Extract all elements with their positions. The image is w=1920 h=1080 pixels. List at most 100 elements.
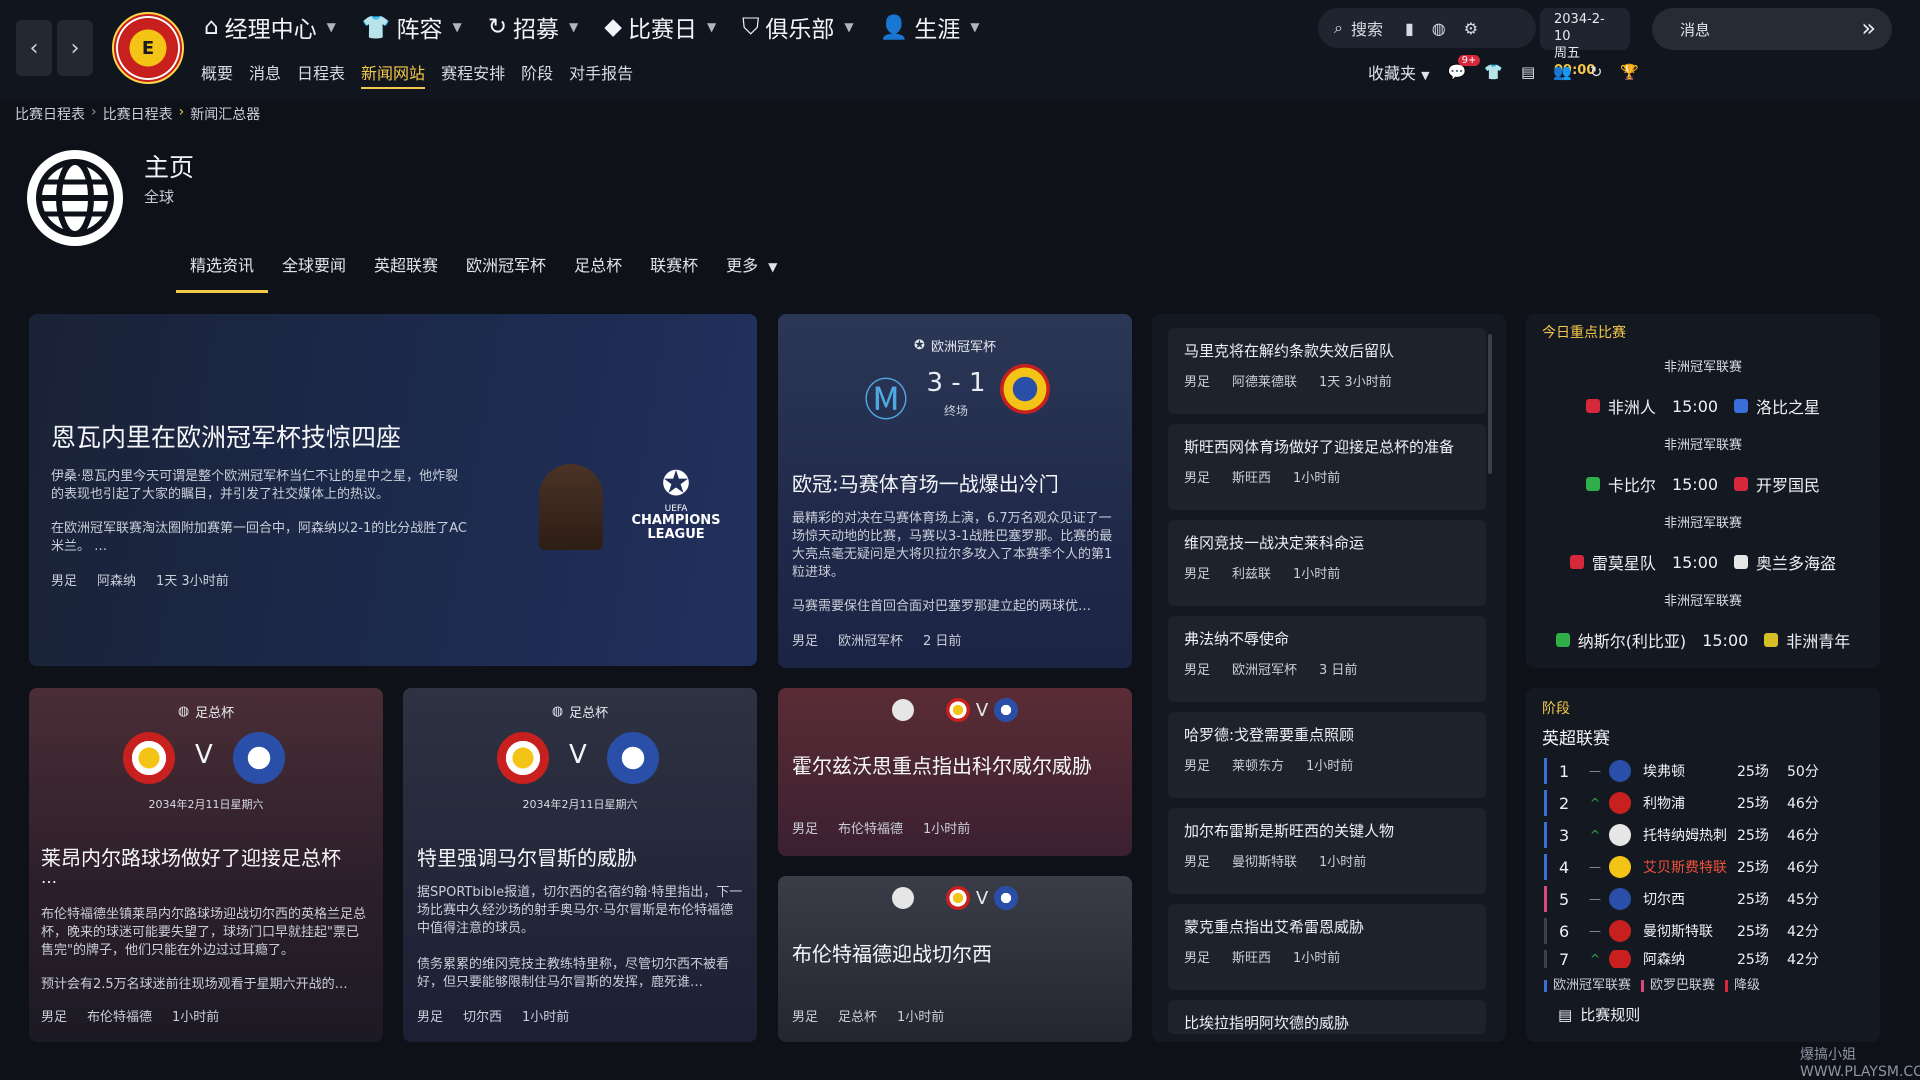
breadcrumb-item[interactable]: 比赛日程表 bbox=[15, 104, 85, 124]
tab-champions-cup[interactable]: 欧洲冠军杯 bbox=[452, 248, 560, 293]
match-status: 终场 bbox=[943, 404, 968, 418]
match-card-meta: 男足 欧洲冠军杯 2 日前 bbox=[792, 634, 962, 649]
cup-card-para-2: 债务累累的维冈竞技主教练特里称，尽管切尔西不被看好，但只要能够限制住马尔冒斯的发… bbox=[417, 957, 730, 990]
team-crest bbox=[1609, 856, 1631, 878]
rules-link[interactable]: ▤ 比赛规则 bbox=[1558, 1004, 1640, 1025]
list-item[interactable]: 哈罗德:戈登需要重点照顾 男足 莱顿东方 1小时前 bbox=[1168, 712, 1486, 798]
club-logo[interactable]: E bbox=[112, 12, 184, 84]
chat-icon[interactable]: 💬 9+ bbox=[1448, 55, 1481, 81]
fa-cup-icon bbox=[891, 699, 914, 721]
team-crest bbox=[1609, 792, 1631, 814]
match-card-para-1: 最精彩的对决在马赛体育场上演，6.7万名观众见证了一场惊天动地的比赛，马赛以3-… bbox=[792, 511, 1113, 580]
away-team-crest bbox=[607, 732, 659, 784]
date-block[interactable]: 2034-2-10 周五 09:00 bbox=[1540, 8, 1630, 78]
home-team-crest bbox=[945, 886, 970, 910]
away-team-crest bbox=[1734, 555, 1749, 569]
subnav-schedule[interactable]: 日程表 bbox=[297, 60, 345, 89]
nav-career[interactable]: 👤 生涯 ▼ bbox=[880, 10, 980, 44]
nav-matchday[interactable]: ◆ 比赛日 ▼ bbox=[604, 10, 716, 44]
favorites-dropdown[interactable]: 收藏夹 ▼ bbox=[1368, 60, 1430, 84]
list-item[interactable]: 维冈竞技一战决定莱科命运 男足 利兹联 1小时前 bbox=[1168, 520, 1486, 606]
bookmark-icon[interactable]: ▮ bbox=[1405, 19, 1414, 38]
cup-news-card[interactable]: ◍ 足总杯 V 2034年2月11日星期六 莱昂内尔路球场做好了迎接足总杯 … 布… bbox=[29, 688, 383, 1042]
chevron-right-icon: › bbox=[178, 104, 185, 120]
table-row[interactable]: 7 ^ 阿森纳 25场 42分 bbox=[1544, 950, 1844, 968]
search-button[interactable]: ⌕ 搜索 ▮ ◍ ⚙ bbox=[1318, 8, 1536, 48]
tab-global[interactable]: 全球要闻 bbox=[268, 248, 360, 293]
tab-fa-cup[interactable]: 足总杯 bbox=[560, 248, 636, 293]
fa-cup-icon bbox=[891, 887, 914, 909]
shirt-icon[interactable]: 👕 bbox=[1484, 63, 1503, 81]
globe-icon[interactable]: ◍ bbox=[1432, 19, 1446, 38]
fixture-row[interactable]: 雷莫星队 15:00 奥兰多海盗 bbox=[1526, 550, 1880, 574]
cup-card-title: 特里强调马尔冒斯的威胁 bbox=[417, 846, 637, 870]
fixture-row[interactable]: 纳斯尔(利比亚) 15:00 非洲青年 bbox=[1526, 628, 1880, 652]
messages-box[interactable]: 消息 » bbox=[1652, 8, 1892, 50]
fixture-row[interactable]: 卡比尔 15:00 开罗国民 bbox=[1526, 472, 1880, 496]
tab-league-cup[interactable]: 联赛杯 bbox=[636, 248, 712, 293]
clipboard-icon[interactable]: ▤ bbox=[1521, 63, 1535, 81]
nav-recruit[interactable]: ↻ 招募 ▼ bbox=[488, 10, 579, 44]
tab-featured[interactable]: 精选资讯 bbox=[176, 248, 269, 293]
forward-button[interactable]: › bbox=[57, 20, 93, 76]
list-item[interactable]: 加尔布雷斯是斯旺西的关键人物 男足 曼彻斯特联 1小时前 bbox=[1168, 808, 1486, 894]
list-item[interactable]: 斯旺西网体育场做好了迎接足总杯的准备 男足 斯旺西 1小时前 bbox=[1168, 424, 1486, 510]
feature-title: 恩瓦内里在欧洲冠军杯技惊四座 bbox=[51, 423, 402, 452]
gear-icon[interactable]: ⚙ bbox=[1464, 19, 1478, 38]
chevron-down-icon: ▼ bbox=[326, 20, 336, 34]
player-portrait bbox=[539, 464, 603, 550]
versus-label: V bbox=[195, 740, 213, 770]
subnav-stage[interactable]: 阶段 bbox=[521, 60, 553, 89]
list-item[interactable]: 比埃拉指明阿坎德的威胁 bbox=[1168, 1000, 1486, 1034]
stage-heading: 阶段 bbox=[1542, 701, 1570, 717]
top-bar: ‹ › E ⌂ 经理中心 ▼ 👕 阵容 ▼ ↻ 招募 ▼ ◆ 比赛日 ▼ ⛉ 俱乐部 ▼ 👤 生涯 ▼ … bbox=[0, 0, 1920, 100]
home-team-crest bbox=[945, 698, 970, 722]
refresh-icon[interactable]: ↻ bbox=[1590, 63, 1603, 81]
subnav-fixtures[interactable]: 赛程安排 bbox=[441, 60, 505, 89]
table-row[interactable]: 5— 切尔西 25场 45分 bbox=[1544, 886, 1844, 912]
cup-news-card[interactable]: ◍ 足总杯 V 2034年2月11日星期六 特里强调马尔冒斯的威胁 据SPORTb… bbox=[403, 688, 757, 1042]
small-card-title: 布伦特福德迎战切尔西 bbox=[792, 942, 992, 966]
people-icon[interactable]: 👥 bbox=[1553, 63, 1572, 81]
table-row[interactable]: 2 ^ 利物浦 25场 46分 bbox=[1544, 790, 1844, 816]
subnav-news[interactable]: 新闻网站 bbox=[361, 60, 426, 89]
fixture-row[interactable]: 非洲人 15:00 洛比之星 bbox=[1526, 394, 1880, 418]
home-team-crest bbox=[1555, 633, 1570, 647]
feature-news-card[interactable]: 恩瓦内里在欧洲冠军杯技惊四座 伊桑·恩瓦内里今天可谓是整个欧洲冠军杯当仁不让的星… bbox=[29, 314, 757, 666]
list-item[interactable]: 马里克将在解约条款失效后留队 男足 阿德莱德联 1天 3小时前 bbox=[1168, 328, 1486, 414]
nav-manager-center[interactable]: ⌂ 经理中心 ▼ bbox=[204, 10, 336, 44]
tab-premier-league[interactable]: 英超联赛 bbox=[360, 248, 452, 293]
scrollbar[interactable] bbox=[1488, 334, 1492, 474]
list-item[interactable]: 弗法纳不辱使命 男足 欧洲冠军杯 3 日前 bbox=[1168, 616, 1486, 702]
chevron-down-icon: ▼ bbox=[569, 20, 579, 34]
nav-club[interactable]: ⛉ 俱乐部 ▼ bbox=[742, 10, 853, 44]
subnav-overview[interactable]: 概要 bbox=[201, 60, 233, 89]
breadcrumb-item[interactable]: 比赛日程表 bbox=[103, 104, 173, 124]
nav-squad[interactable]: 👕 阵容 ▼ bbox=[362, 10, 462, 44]
subnav-messages[interactable]: 消息 bbox=[249, 60, 281, 89]
document-icon: ▤ bbox=[1558, 1005, 1573, 1024]
small-news-card[interactable]: V 霍尔兹沃思重点指出科尔威尔威胁 男足 布伦特福德 1小时前 bbox=[778, 688, 1132, 856]
list-item[interactable]: 蒙克重点指出艾希雷恩威胁 男足 斯旺西 1小时前 bbox=[1168, 904, 1486, 990]
shirt-icon: 👕 bbox=[361, 14, 391, 41]
table-row[interactable]: 3 ^ 托特纳姆热刺 25场 46分 bbox=[1544, 822, 1844, 848]
continue-arrow-icon[interactable]: » bbox=[1861, 14, 1876, 42]
subnav-opponent-report[interactable]: 对手报告 bbox=[569, 60, 633, 89]
tab-more[interactable]: 更多 ▼ bbox=[712, 248, 791, 293]
back-button[interactable]: ‹ bbox=[16, 20, 52, 76]
todays-fixtures-panel: 今日重点比赛 非洲冠军联赛 非洲人 15:00 洛比之星 非洲冠军联赛 卡比尔 15:… bbox=[1526, 314, 1880, 668]
chevron-down-icon: ▼ bbox=[844, 20, 854, 34]
cup-card-title: 莱昂内尔路球场做好了迎接足总杯 bbox=[41, 846, 341, 870]
table-row[interactable]: 4— 艾贝斯费特联 25场 46分 bbox=[1544, 854, 1844, 880]
league-name[interactable]: 英超联赛 bbox=[1542, 724, 1610, 749]
home-team-crest bbox=[497, 732, 549, 784]
notification-badge: 9+ bbox=[1457, 55, 1481, 66]
favorites-bar: 收藏夹 ▼ 💬 9+ 👕 ▤ 👥 ↻ 🏆 bbox=[1368, 55, 1639, 84]
match-result-card[interactable]: ✪ 欧洲冠军杯 Ⓜ 3 - 1 终场 欧冠:马赛体育场一战爆出冷门 最精彩的对决在… bbox=[778, 314, 1132, 668]
starball-icon: ✪ bbox=[661, 464, 691, 504]
trophy-icon[interactable]: 🏆 bbox=[1620, 63, 1639, 81]
small-news-card[interactable]: V 布伦特福德迎战切尔西 男足 足总杯 1小时前 bbox=[778, 876, 1132, 1042]
away-team-crest bbox=[1764, 633, 1779, 647]
table-row[interactable]: 1— 埃弗顿 25场 50分 bbox=[1544, 758, 1844, 784]
table-row[interactable]: 6— 曼彻斯特联 25场 42分 bbox=[1544, 918, 1844, 944]
